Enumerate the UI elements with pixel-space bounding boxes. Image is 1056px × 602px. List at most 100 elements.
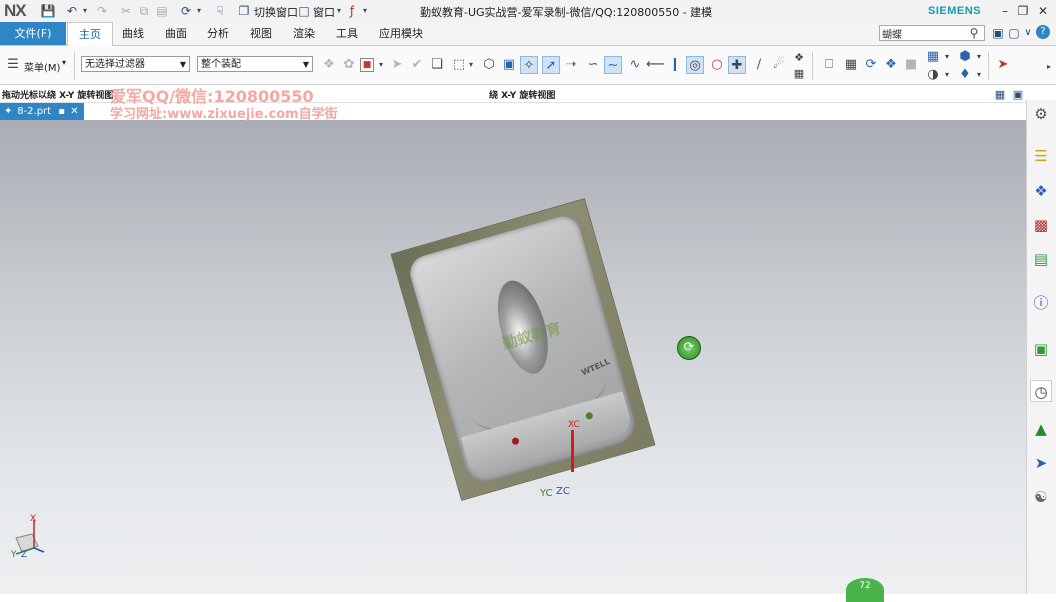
selection-mode-dropdown-icon[interactable]: ▾ — [466, 56, 476, 74]
window-menu-button[interactable]: 窗口 — [313, 4, 335, 20]
search-icon[interactable]: ⚲ — [966, 25, 982, 41]
cue-text: 拖动光标以绕 X-Y 旋转视图 — [2, 91, 114, 101]
undo-icon[interactable]: ↶ — [64, 3, 80, 19]
tab-render[interactable]: 渲染 — [284, 22, 324, 45]
tab-application[interactable]: 应用模块 — [370, 22, 432, 45]
orient-view-icon[interactable]: ■ — [902, 56, 920, 74]
curve-point-icon[interactable]: ∽ — [584, 56, 602, 74]
paste-icon[interactable]: ▤ — [154, 3, 170, 19]
document-tab[interactable]: ✦ 8-2.prt ▪ ✕ — [0, 103, 84, 120]
tab-view[interactable]: 视图 — [241, 22, 281, 45]
select-faces-icon[interactable]: ⬡ — [480, 56, 498, 74]
undo-dropdown-icon[interactable]: ▾ — [80, 3, 90, 19]
tab-home[interactable]: 主页 — [67, 22, 113, 47]
fit-view-icon[interactable]: ⎕ — [820, 56, 838, 74]
chevron-down-icon: ▼ — [179, 60, 186, 69]
repeat-command-icon[interactable]: ⟳ — [178, 3, 194, 19]
show-snap-point-icon[interactable]: ▦ — [790, 65, 808, 83]
arc-center-icon[interactable]: ◎ — [686, 56, 704, 74]
wcs-y-label: YC — [540, 488, 553, 499]
info-icon[interactable]: ⓘ — [1030, 292, 1052, 314]
customize-quick-access-icon[interactable]: ▾ — [360, 3, 370, 19]
bounded-grid-point-icon[interactable]: ☄ — [770, 56, 788, 74]
part-file-icon: ✦ — [4, 106, 13, 117]
triad-z-axis — [33, 547, 45, 553]
edit-section-icon[interactable]: ➤ — [994, 56, 1012, 74]
tab-analysis[interactable]: 分析 — [198, 22, 238, 45]
toolbar-separator — [988, 52, 989, 80]
select-solid-icon[interactable]: ▣ — [500, 56, 518, 74]
roles-icon[interactable]: ☯ — [1030, 486, 1052, 508]
rotate-view-icon[interactable]: ⟳ — [862, 56, 880, 74]
web-browser-icon[interactable]: ▣ — [1030, 338, 1052, 360]
restore-button[interactable]: ❐ — [1014, 3, 1032, 19]
point-on-face-icon[interactable]: ∕ — [750, 56, 768, 74]
toolbar-overflow-icon[interactable]: ▸ — [1044, 58, 1054, 98]
general-selection-icon[interactable]: ➤ — [388, 56, 406, 74]
copy-icon[interactable]: ⧉ — [136, 3, 152, 19]
layout-dropdown-icon[interactable]: ▾ — [942, 48, 952, 66]
point-on-curve-icon[interactable]: ∿ — [626, 56, 644, 74]
snap-point-icon[interactable]: ✧ — [520, 56, 538, 74]
rendering-style-icon[interactable]: ⬢ — [956, 48, 974, 66]
shading-icon[interactable]: ◑ — [924, 66, 942, 84]
switch-window-button[interactable]: 切换窗口 — [254, 4, 298, 20]
assembly-scope-dropdown[interactable]: 整个装配 ▼ — [197, 56, 313, 72]
cut-icon[interactable]: ✂ — [118, 3, 134, 19]
end-point-icon[interactable]: ➚ — [542, 56, 560, 74]
layout-icon[interactable]: ▦ — [924, 48, 942, 66]
file-tab[interactable]: 文件(F) — [0, 22, 66, 45]
show-hide-dropdown-icon[interactable]: ▾ — [974, 66, 984, 84]
switch-window-icon[interactable]: ❐ — [236, 3, 252, 19]
menu-button[interactable]: 菜单(M) — [24, 59, 60, 74]
menu-dropdown-icon[interactable]: ▾ — [62, 58, 66, 67]
repeat-dropdown-icon[interactable]: ▾ — [194, 3, 204, 19]
spline-defining-point-icon[interactable]: ∼ — [604, 56, 622, 74]
save-icon[interactable]: 💾 — [40, 3, 56, 19]
performance-badge: 72 — [846, 578, 884, 602]
mid-point-icon[interactable]: ➝ — [562, 56, 580, 74]
gear-icon[interactable]: ⚙ — [1030, 103, 1052, 125]
help-icon[interactable]: ? — [1036, 25, 1050, 39]
process-studio-icon[interactable]: ➤ — [1030, 452, 1052, 474]
function-icon[interactable]: ƒ — [344, 3, 360, 19]
select-bodies-icon[interactable]: ✿ — [340, 56, 358, 74]
status-window-icon[interactable]: ▣ — [1010, 87, 1026, 103]
zoom-view-icon[interactable]: ▦ — [842, 56, 860, 74]
minimize-button[interactable]: – — [996, 3, 1014, 19]
window-dropdown-icon[interactable]: ▾ — [334, 3, 344, 19]
rendering-style-dropdown-icon[interactable]: ▾ — [974, 48, 984, 66]
select-color-icon[interactable]: ■ — [360, 58, 374, 72]
status-toggle-icon[interactable]: ▦ — [992, 87, 1008, 103]
cursor-feedback-icon[interactable]: ✔ — [408, 56, 426, 74]
ribbon-options-icon[interactable]: ▣ — [990, 25, 1006, 41]
selection-filter-dropdown[interactable]: 无选择过滤器 ▼ — [81, 56, 190, 72]
show-hide-icon[interactable]: ♦ — [956, 66, 974, 84]
pan-view-icon[interactable]: ❖ — [882, 56, 900, 74]
assembly-navigator-icon[interactable]: ❖ — [1030, 180, 1052, 202]
select-region-icon[interactable]: ❏ — [428, 56, 446, 74]
existing-point-icon[interactable]: ✚ — [728, 56, 746, 74]
tangent-point-icon[interactable]: ○ — [708, 56, 726, 74]
quadrant-point-icon[interactable]: ❙ — [666, 56, 684, 74]
menu-icon: ☰ — [7, 57, 19, 72]
shading-dropdown-icon[interactable]: ▾ — [942, 66, 952, 84]
tab-surface[interactable]: 曲面 — [156, 22, 196, 45]
reuse-library-icon[interactable]: ▤ — [1030, 248, 1052, 270]
collapse-ribbon-icon[interactable]: ∨ — [1020, 25, 1036, 41]
close-tab-icon[interactable]: ✕ — [70, 103, 78, 120]
constraint-navigator-icon[interactable]: ▩ — [1030, 214, 1052, 236]
select-color-dropdown-icon[interactable]: ▾ — [376, 56, 386, 74]
system-materials-icon[interactable]: ▲ — [1030, 418, 1052, 440]
history-icon[interactable]: ◷ — [1030, 380, 1052, 402]
close-button[interactable]: ✕ — [1034, 3, 1052, 19]
redo-icon[interactable]: ↷ — [94, 3, 110, 19]
tab-curve[interactable]: 曲线 — [113, 22, 153, 45]
tab-tools[interactable]: 工具 — [327, 22, 367, 45]
select-features-icon[interactable]: ❖ — [320, 56, 338, 74]
part-navigator-icon[interactable]: ☰ — [1030, 145, 1052, 167]
touch-mode-icon[interactable]: ☟ — [212, 3, 228, 19]
wcs-x-axis — [571, 430, 574, 472]
window-icon[interactable]: □ — [296, 3, 312, 19]
intersection-point-icon[interactable]: ⟵ — [646, 56, 665, 74]
